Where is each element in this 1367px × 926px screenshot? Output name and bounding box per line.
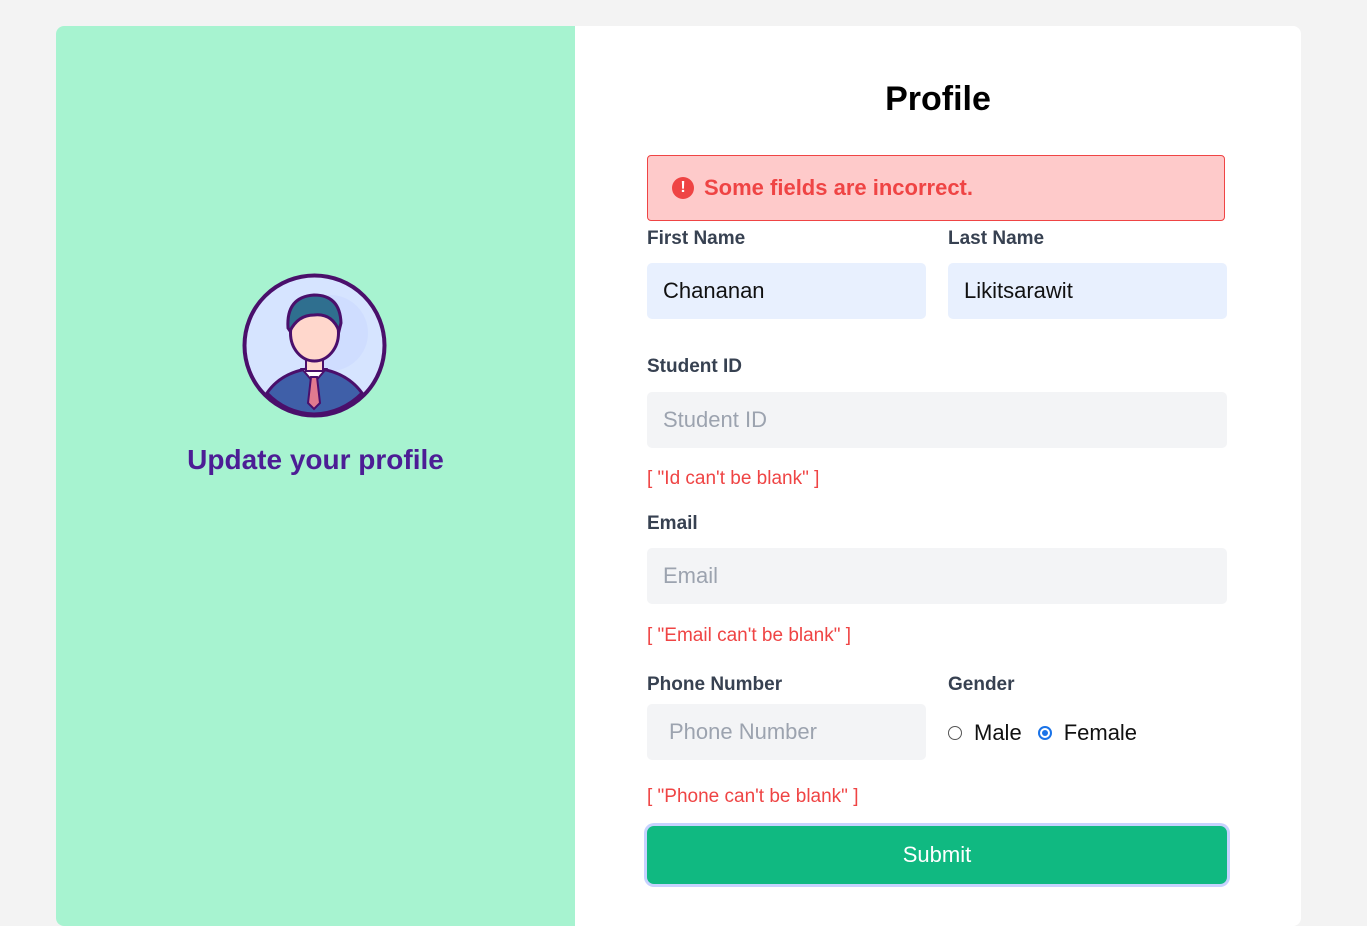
gender-male-radio[interactable] [948,726,962,740]
email-error: [ "Email can't be blank" ] [647,625,852,646]
first-name-field[interactable] [647,263,926,319]
submit-button[interactable]: Submit [647,826,1227,884]
email-field[interactable] [647,548,1227,604]
page-title: Profile [885,80,991,118]
first-name-label: First Name [647,228,746,249]
phone-label: Phone Number [647,674,783,695]
phone-error: [ "Phone can't be blank" ] [647,786,859,807]
alert-text: Some fields are incorrect. [704,175,973,200]
last-name-field[interactable] [948,263,1227,319]
email-label: Email [647,513,698,534]
student-id-label: Student ID [647,356,742,377]
left-panel-title: Update your profile [187,444,444,475]
gender-label: Gender [948,674,1015,695]
gender-radio-group: Male Female [948,718,1153,748]
businessman-avatar-icon [242,273,387,418]
left-panel: Update your profile [56,26,575,926]
profile-card: Update your profile Profile ! Some field… [56,26,1301,926]
student-id-field[interactable] [647,392,1227,448]
form-panel: Profile ! Some fields are incorrect. Fir… [575,26,1301,926]
gender-male-label[interactable]: Male [974,720,1022,746]
student-id-error: [ "Id can't be blank" ] [647,468,820,489]
last-name-label: Last Name [948,228,1045,249]
gender-female-label[interactable]: Female [1064,720,1137,746]
phone-field[interactable] [647,704,926,760]
exclamation-circle-icon: ! [672,177,694,199]
error-alert: ! Some fields are incorrect. [647,155,1225,221]
gender-female-radio[interactable] [1037,726,1052,740]
